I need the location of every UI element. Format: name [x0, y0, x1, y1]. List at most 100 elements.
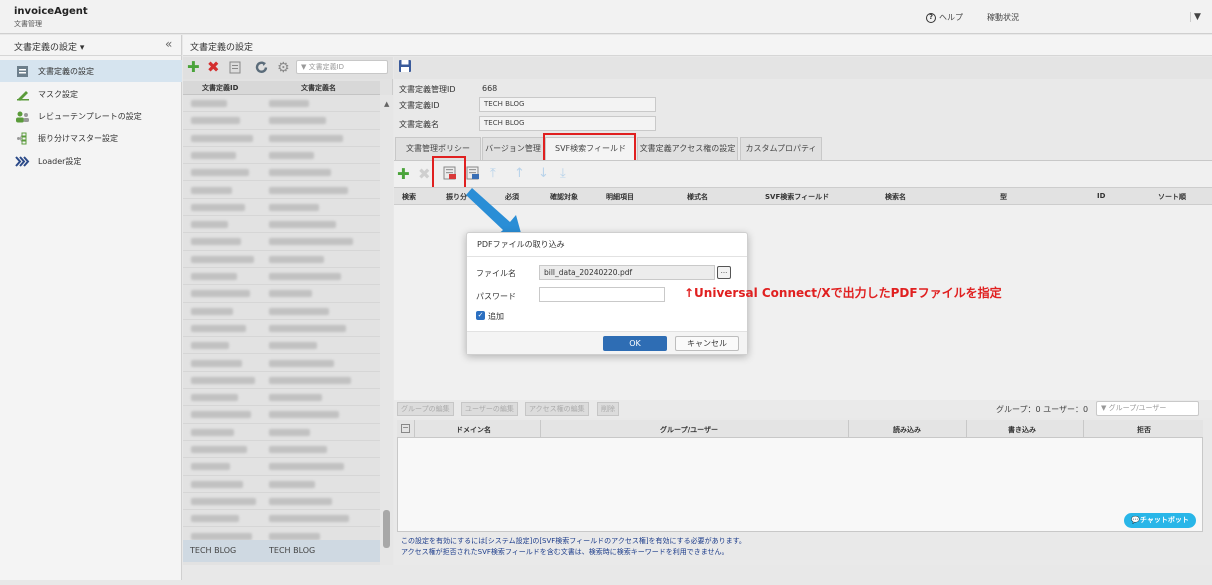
help-link[interactable]: ? ヘルプ — [926, 12, 963, 23]
list-item[interactable] — [183, 164, 380, 182]
move-up-icon[interactable]: ↑ — [514, 166, 525, 181]
gear-icon[interactable]: ⚙ — [277, 60, 290, 76]
list-item[interactable] — [183, 130, 380, 147]
list-item[interactable] — [183, 476, 380, 493]
redacted-text — [269, 307, 329, 315]
chatbot-button[interactable]: 💬チャットボット — [1124, 513, 1196, 528]
password-field[interactable] — [539, 287, 665, 302]
add-checkbox-label: 追加 — [488, 312, 504, 321]
list-item[interactable] — [183, 112, 380, 130]
refresh-icon[interactable] — [254, 60, 269, 77]
list-item[interactable] — [183, 147, 380, 165]
col-sort-order[interactable]: ソート順 — [1158, 192, 1186, 202]
list-scrollbar[interactable] — [380, 95, 393, 565]
list-item[interactable] — [183, 182, 380, 199]
cancel-button[interactable]: キャンセル — [675, 336, 739, 351]
browse-button[interactable]: ... — [717, 266, 731, 279]
notice-text-1: この設定を有効にするには[システム設定]の[SVF検索フィールドのアクセス権]を… — [401, 537, 746, 545]
copy-icon[interactable] — [229, 61, 243, 76]
col-detail[interactable]: 明細項目 — [606, 192, 634, 202]
redacted-text — [191, 446, 247, 453]
sidebar-item-mask[interactable]: マスク設定 — [0, 83, 182, 105]
list-item[interactable] — [183, 216, 380, 234]
tab-access-rights[interactable]: 文書定義アクセス権の設定 — [637, 137, 738, 160]
redacted-text — [191, 290, 250, 298]
add-icon[interactable]: ✚ — [187, 60, 200, 75]
column-header-name[interactable]: 文書定義名 — [301, 83, 336, 93]
sidebar-item-document-definition[interactable]: 文書定義の設定 — [0, 60, 182, 82]
list-item[interactable] — [183, 251, 380, 268]
col-read[interactable]: 読み込み — [893, 425, 921, 435]
scroll-up-icon[interactable]: ▲ — [384, 100, 389, 108]
col-deny[interactable]: 拒否 — [1137, 425, 1151, 435]
pdf-export-icon[interactable] — [466, 166, 480, 182]
col-svf-field[interactable]: SVF検索フィールド — [765, 192, 829, 202]
list-item[interactable] — [183, 510, 380, 528]
list-item[interactable] — [183, 268, 380, 286]
redacted-text — [191, 411, 251, 419]
list-item[interactable] — [183, 458, 380, 476]
list-item[interactable] — [183, 285, 380, 303]
svf-delete-icon[interactable]: ✖ — [418, 167, 431, 182]
list-item[interactable] — [183, 441, 380, 459]
list-item[interactable] — [183, 493, 380, 511]
status-link[interactable]: 稼動状況 — [987, 12, 1019, 23]
definition-id-field[interactable]: TECH BLOG — [479, 97, 656, 112]
select-all-checkbox[interactable]: − — [401, 424, 410, 433]
sidebar-item-loader[interactable]: Loader設定 — [0, 150, 182, 172]
tab-custom-property[interactable]: カスタムプロパティ — [740, 137, 822, 160]
ok-button[interactable]: OK — [603, 336, 667, 351]
list-item[interactable] — [183, 389, 380, 407]
definition-name-field[interactable]: TECH BLOG — [479, 116, 656, 131]
tab-version[interactable]: バージョン管理 — [482, 137, 544, 160]
col-confirm[interactable]: 確認対象 — [550, 192, 578, 202]
brand-logo: invoiceAgent — [14, 6, 88, 17]
move-down-icon[interactable]: ↓ — [538, 166, 549, 181]
list-item[interactable] — [183, 320, 380, 338]
col-group-user[interactable]: グループ/ユーザー — [660, 425, 718, 435]
file-name-field[interactable]: bill_data_20240220.pdf — [539, 265, 715, 280]
redacted-text — [191, 497, 256, 505]
header-dropdown-icon[interactable]: ▼ — [1190, 12, 1201, 22]
col-search[interactable]: 検索 — [402, 192, 416, 202]
sidebar-item-sort-master[interactable]: 振り分けマスター設定 — [0, 127, 182, 149]
list-item[interactable] — [183, 199, 380, 217]
col-type[interactable]: 型 — [1000, 192, 1007, 202]
sidebar-title[interactable]: 文書定義の設定 ▾ — [14, 40, 84, 53]
move-bottom-icon[interactable]: ⤓ — [560, 166, 566, 181]
col-write[interactable]: 書き込み — [1008, 425, 1036, 435]
list-item[interactable] — [183, 372, 380, 390]
list-item[interactable] — [183, 406, 380, 424]
collapse-icon[interactable]: « — [165, 37, 172, 51]
sidebar-item-review-template[interactable]: レビューテンプレートの設定 — [0, 105, 182, 127]
add-checkbox[interactable]: ✓ — [476, 311, 485, 320]
edit-access-button[interactable]: アクセス権の編集 — [525, 402, 589, 416]
edit-group-button[interactable]: グループの編集 — [397, 402, 454, 416]
users-icon — [15, 110, 30, 123]
col-domain[interactable]: ドメイン名 — [456, 425, 491, 435]
dialog-divider — [467, 256, 747, 257]
list-filter-input[interactable]: ▼ 文書定義ID — [296, 60, 388, 74]
list-item[interactable] — [183, 337, 380, 355]
list-scrollbar-thumb[interactable] — [383, 510, 390, 548]
list-item[interactable] — [183, 303, 380, 320]
svf-add-icon[interactable]: ✚ — [397, 167, 410, 182]
edit-user-button[interactable]: ユーザーの編集 — [461, 402, 518, 416]
list-item[interactable] — [183, 355, 380, 372]
delete-icon[interactable]: ✖ — [207, 60, 220, 75]
document-icon — [15, 65, 30, 78]
list-item[interactable] — [183, 424, 380, 441]
list-item-id: TECH BLOG — [190, 546, 237, 555]
group-filter-input[interactable]: ▼ グループ/ユーザー — [1096, 401, 1199, 416]
col-id[interactable]: ID — [1097, 192, 1105, 200]
col-sort[interactable]: 振り分 — [446, 192, 467, 202]
col-form-name[interactable]: 様式名 — [687, 192, 708, 202]
detail-toolbar — [394, 57, 1212, 79]
list-item[interactable] — [183, 95, 380, 113]
save-icon[interactable] — [398, 59, 412, 75]
column-header-id[interactable]: 文書定義ID — [202, 83, 238, 93]
col-search-name[interactable]: 検索名 — [885, 192, 906, 202]
list-item[interactable] — [183, 233, 380, 251]
delete-access-button[interactable]: 削除 — [597, 402, 619, 416]
move-top-icon[interactable]: ⤒ — [490, 166, 496, 181]
